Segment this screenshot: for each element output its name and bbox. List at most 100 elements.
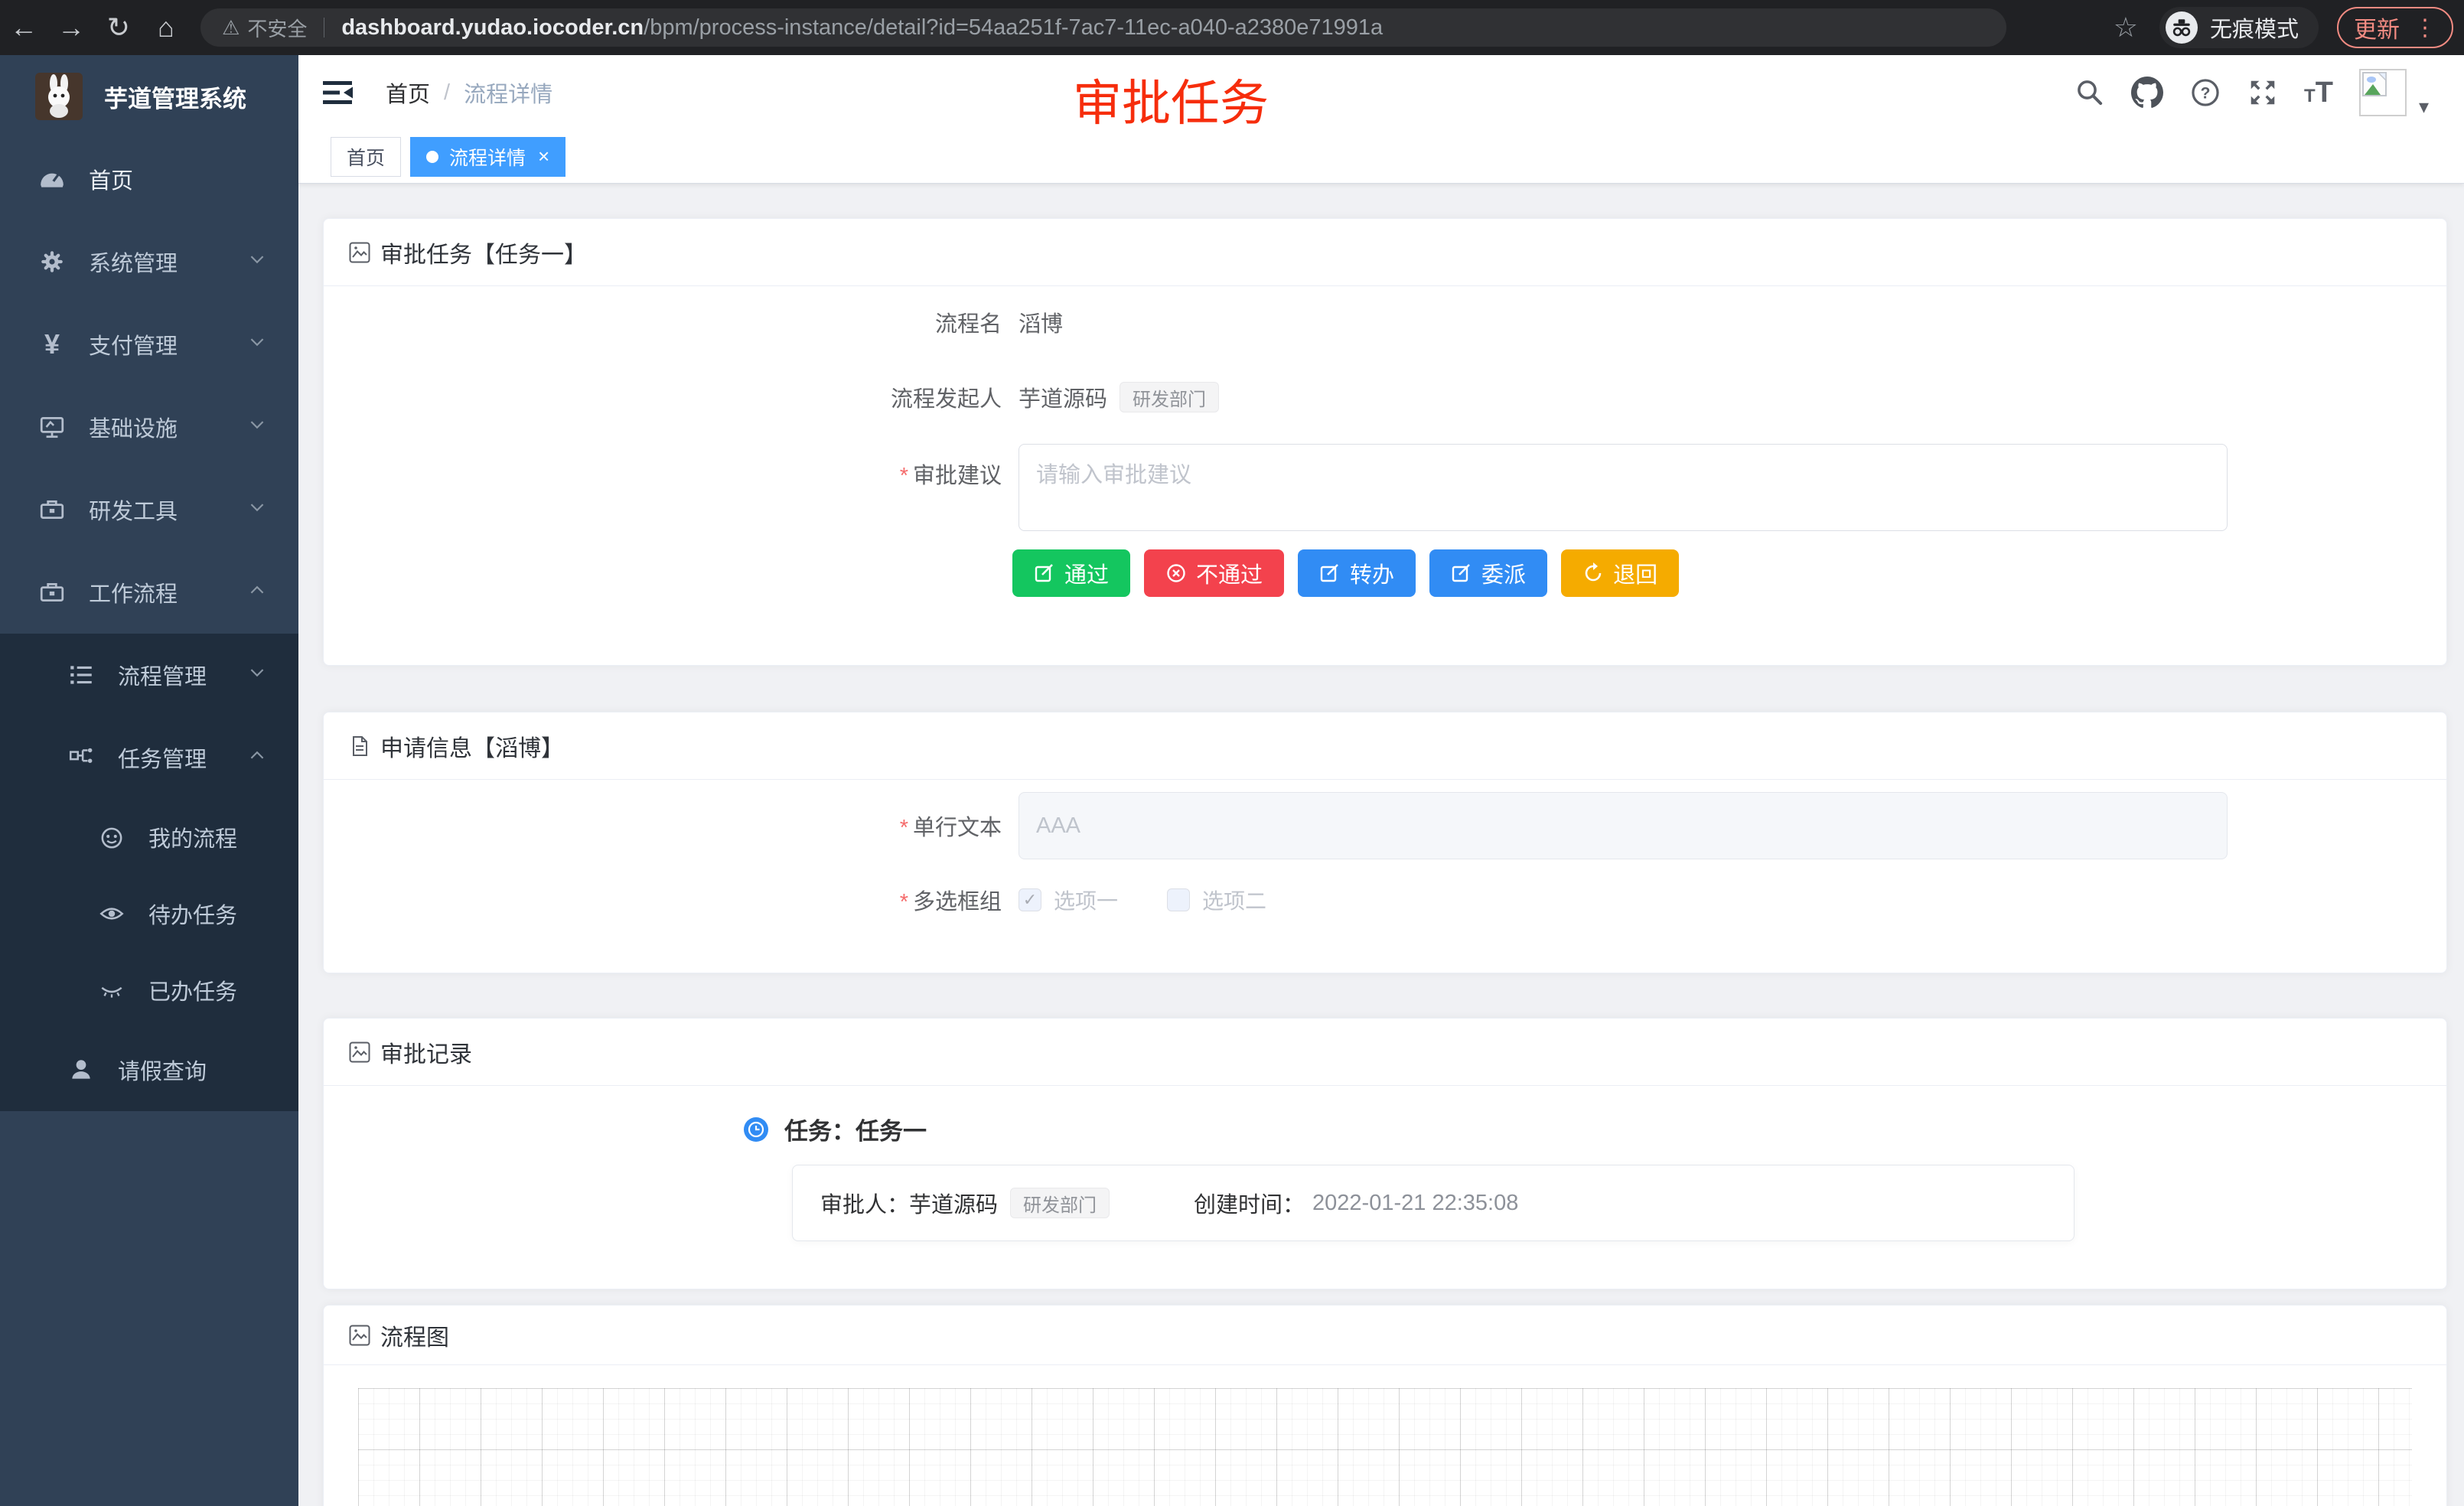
sidebar-item-home[interactable]: 首页	[0, 138, 298, 220]
approval-actions: 通过 不通过 转办 委	[1012, 549, 2446, 597]
github-icon[interactable]	[2131, 77, 2163, 109]
list-icon	[64, 661, 98, 689]
browser-reload-button[interactable]: ↻	[95, 11, 142, 44]
address-bar[interactable]: ⚠ 不安全 dashboard.yudao.iocoder.cn /bpm/pr…	[200, 8, 2006, 47]
initiator-value: 芋道源码	[1019, 381, 1107, 413]
font-size-icon[interactable]: TT	[2304, 80, 2333, 106]
approval-suggestion-textarea[interactable]	[1019, 444, 2228, 531]
sidebar-item-todo-tasks[interactable]: 待办任务	[0, 875, 298, 952]
field-label: 审批建议	[913, 464, 1002, 488]
record-card-header: 审批记录	[324, 1019, 2446, 1086]
page-content: 审批任务【任务一】 流程名 滔博 流程发起人 芋道源码 研发部门	[298, 184, 2464, 1506]
monitor-icon	[35, 413, 69, 441]
sidebar-logo-row[interactable]: 芋道管理系统	[0, 55, 298, 138]
sidebar-item-label: 待办任务	[148, 898, 298, 930]
bookmark-star-icon[interactable]: ☆	[2114, 11, 2138, 44]
sidebar-item-workflow[interactable]: 工作流程	[0, 551, 298, 634]
reject-button[interactable]: 不通过	[1144, 549, 1284, 597]
button-label: 通过	[1064, 557, 1109, 589]
sidebar-item-system[interactable]: 系统管理	[0, 220, 298, 303]
field-label: 流程发起人	[324, 381, 1019, 413]
created-time-label: 创建时间：	[1194, 1187, 1305, 1219]
avatar[interactable]	[2359, 69, 2407, 116]
button-label: 不通过	[1196, 557, 1263, 589]
fullscreen-icon[interactable]	[2247, 77, 2278, 108]
sidebar-item-label: 首页	[89, 163, 298, 195]
diagram-card-header: 流程图	[324, 1306, 2446, 1365]
sidebar-toggle-icon[interactable]	[323, 79, 355, 106]
sidebar-item-label: 任务管理	[118, 742, 249, 774]
not-secure-label[interactable]: 不安全	[247, 14, 307, 42]
single-line-text-row: *单行文本	[324, 792, 2446, 859]
toolbox-icon	[35, 496, 69, 523]
main-area: 首页 / 流程详情 审批任务	[298, 55, 2464, 1506]
checkbox-option-1[interactable]: ✓ 选项一	[1019, 885, 1118, 915]
picture-outline-icon	[348, 241, 371, 264]
briefcase-icon	[35, 579, 69, 606]
breadcrumb-home[interactable]: 首页	[386, 77, 430, 109]
screen: ← → ↻ ⌂ ⚠ 不安全 dashboard.yudao.iocoder.cn…	[0, 0, 2464, 1506]
browser-toolbar: ← → ↻ ⌂ ⚠ 不安全 dashboard.yudao.iocoder.cn…	[0, 0, 2464, 55]
process-initiator-row: 流程发起人 芋道源码 研发部门	[324, 381, 2446, 413]
approval-record-card: 审批记录 任务：任务一	[323, 1018, 2447, 1289]
single-line-text-input[interactable]	[1019, 792, 2228, 859]
sidebar-item-infrastructure[interactable]: 基础设施	[0, 386, 298, 468]
sidebar: 芋道管理系统 首页	[0, 55, 298, 1506]
sidebar-item-label: 研发工具	[89, 494, 249, 526]
approve-button[interactable]: 通过	[1012, 549, 1130, 597]
tab-label: 首页	[347, 143, 385, 171]
bpmn-diagram-canvas[interactable]	[358, 1388, 2412, 1506]
approval-suggestion-row: *审批建议	[324, 444, 2446, 531]
sidebar-item-process-mgmt[interactable]: 流程管理	[0, 634, 298, 716]
help-icon[interactable]: ?	[2189, 77, 2221, 109]
button-label: 退回	[1613, 557, 1657, 589]
sidebar-item-label: 工作流程	[89, 576, 249, 608]
process-name-row: 流程名 滔博	[324, 306, 2446, 338]
approver-label: 审批人：	[820, 1187, 909, 1219]
sidebar-item-label: 请假查询	[118, 1054, 298, 1086]
search-icon[interactable]	[2075, 77, 2105, 108]
dashboard-icon	[35, 165, 69, 193]
chevron-down-icon	[249, 255, 265, 269]
close-icon[interactable]: ×	[538, 145, 549, 168]
required-mark: *	[900, 464, 908, 488]
card-title: 流程图	[380, 1319, 449, 1352]
apply-card-header: 申请信息【滔博】	[324, 712, 2446, 780]
workflow-submenu: 流程管理	[0, 634, 298, 1111]
incognito-badge: 无痕模式	[2159, 7, 2319, 48]
sidebar-item-leave-query[interactable]: 请假查询	[0, 1028, 298, 1111]
tags-view-bar: 首页 流程详情 ×	[298, 130, 2464, 184]
picture-outline-icon	[348, 1324, 371, 1347]
tab-home[interactable]: 首页	[331, 137, 401, 177]
checkbox-option-2[interactable]: 选项二	[1167, 885, 1266, 915]
sidebar-item-payment[interactable]: ¥ 支付管理	[0, 303, 298, 386]
browser-back-button[interactable]: ←	[0, 11, 47, 44]
sidebar-item-my-process[interactable]: 我的流程	[0, 799, 298, 875]
avatar-dropdown-caret-icon[interactable]: ▾	[2419, 95, 2429, 119]
sidebar-item-task-mgmt[interactable]: 任务管理	[0, 716, 298, 799]
browser-forward-button[interactable]: →	[47, 11, 95, 44]
user-icon	[64, 1056, 98, 1084]
browser-menu-icon[interactable]: ⋮	[2413, 15, 2436, 41]
sidebar-item-label: 流程管理	[118, 659, 249, 691]
sidebar-item-label: 基础设施	[89, 411, 249, 443]
sidebar-item-dev-tools[interactable]: 研发工具	[0, 468, 298, 551]
tab-process-detail[interactable]: 流程详情 ×	[410, 137, 565, 177]
update-label[interactable]: 更新	[2354, 11, 2400, 44]
approver-name: 芋道源码	[909, 1187, 998, 1219]
svg-text:?: ?	[2201, 84, 2211, 102]
transfer-button[interactable]: 转办	[1298, 549, 1416, 597]
sidebar-item-label: 系统管理	[89, 246, 249, 278]
app-logo	[35, 73, 83, 120]
chevron-down-icon	[249, 668, 265, 682]
browser-toolbar-right: ☆ 无痕模式 更新 ⋮	[2114, 7, 2464, 48]
sidebar-item-done-tasks[interactable]: 已办任务	[0, 952, 298, 1028]
browser-home-button[interactable]: ⌂	[142, 11, 190, 44]
return-button[interactable]: 退回	[1561, 549, 1679, 597]
delegate-button[interactable]: 委派	[1429, 549, 1547, 597]
url-path: /bpm/process-instance/detail?id=54aa251f…	[644, 15, 1383, 41]
checkbox-checked-icon: ✓	[1019, 888, 1041, 911]
card-title: 审批记录	[380, 1035, 472, 1069]
dept-tag: 研发部门	[1010, 1188, 1110, 1218]
browser-update-button[interactable]: 更新 ⋮	[2337, 7, 2453, 48]
